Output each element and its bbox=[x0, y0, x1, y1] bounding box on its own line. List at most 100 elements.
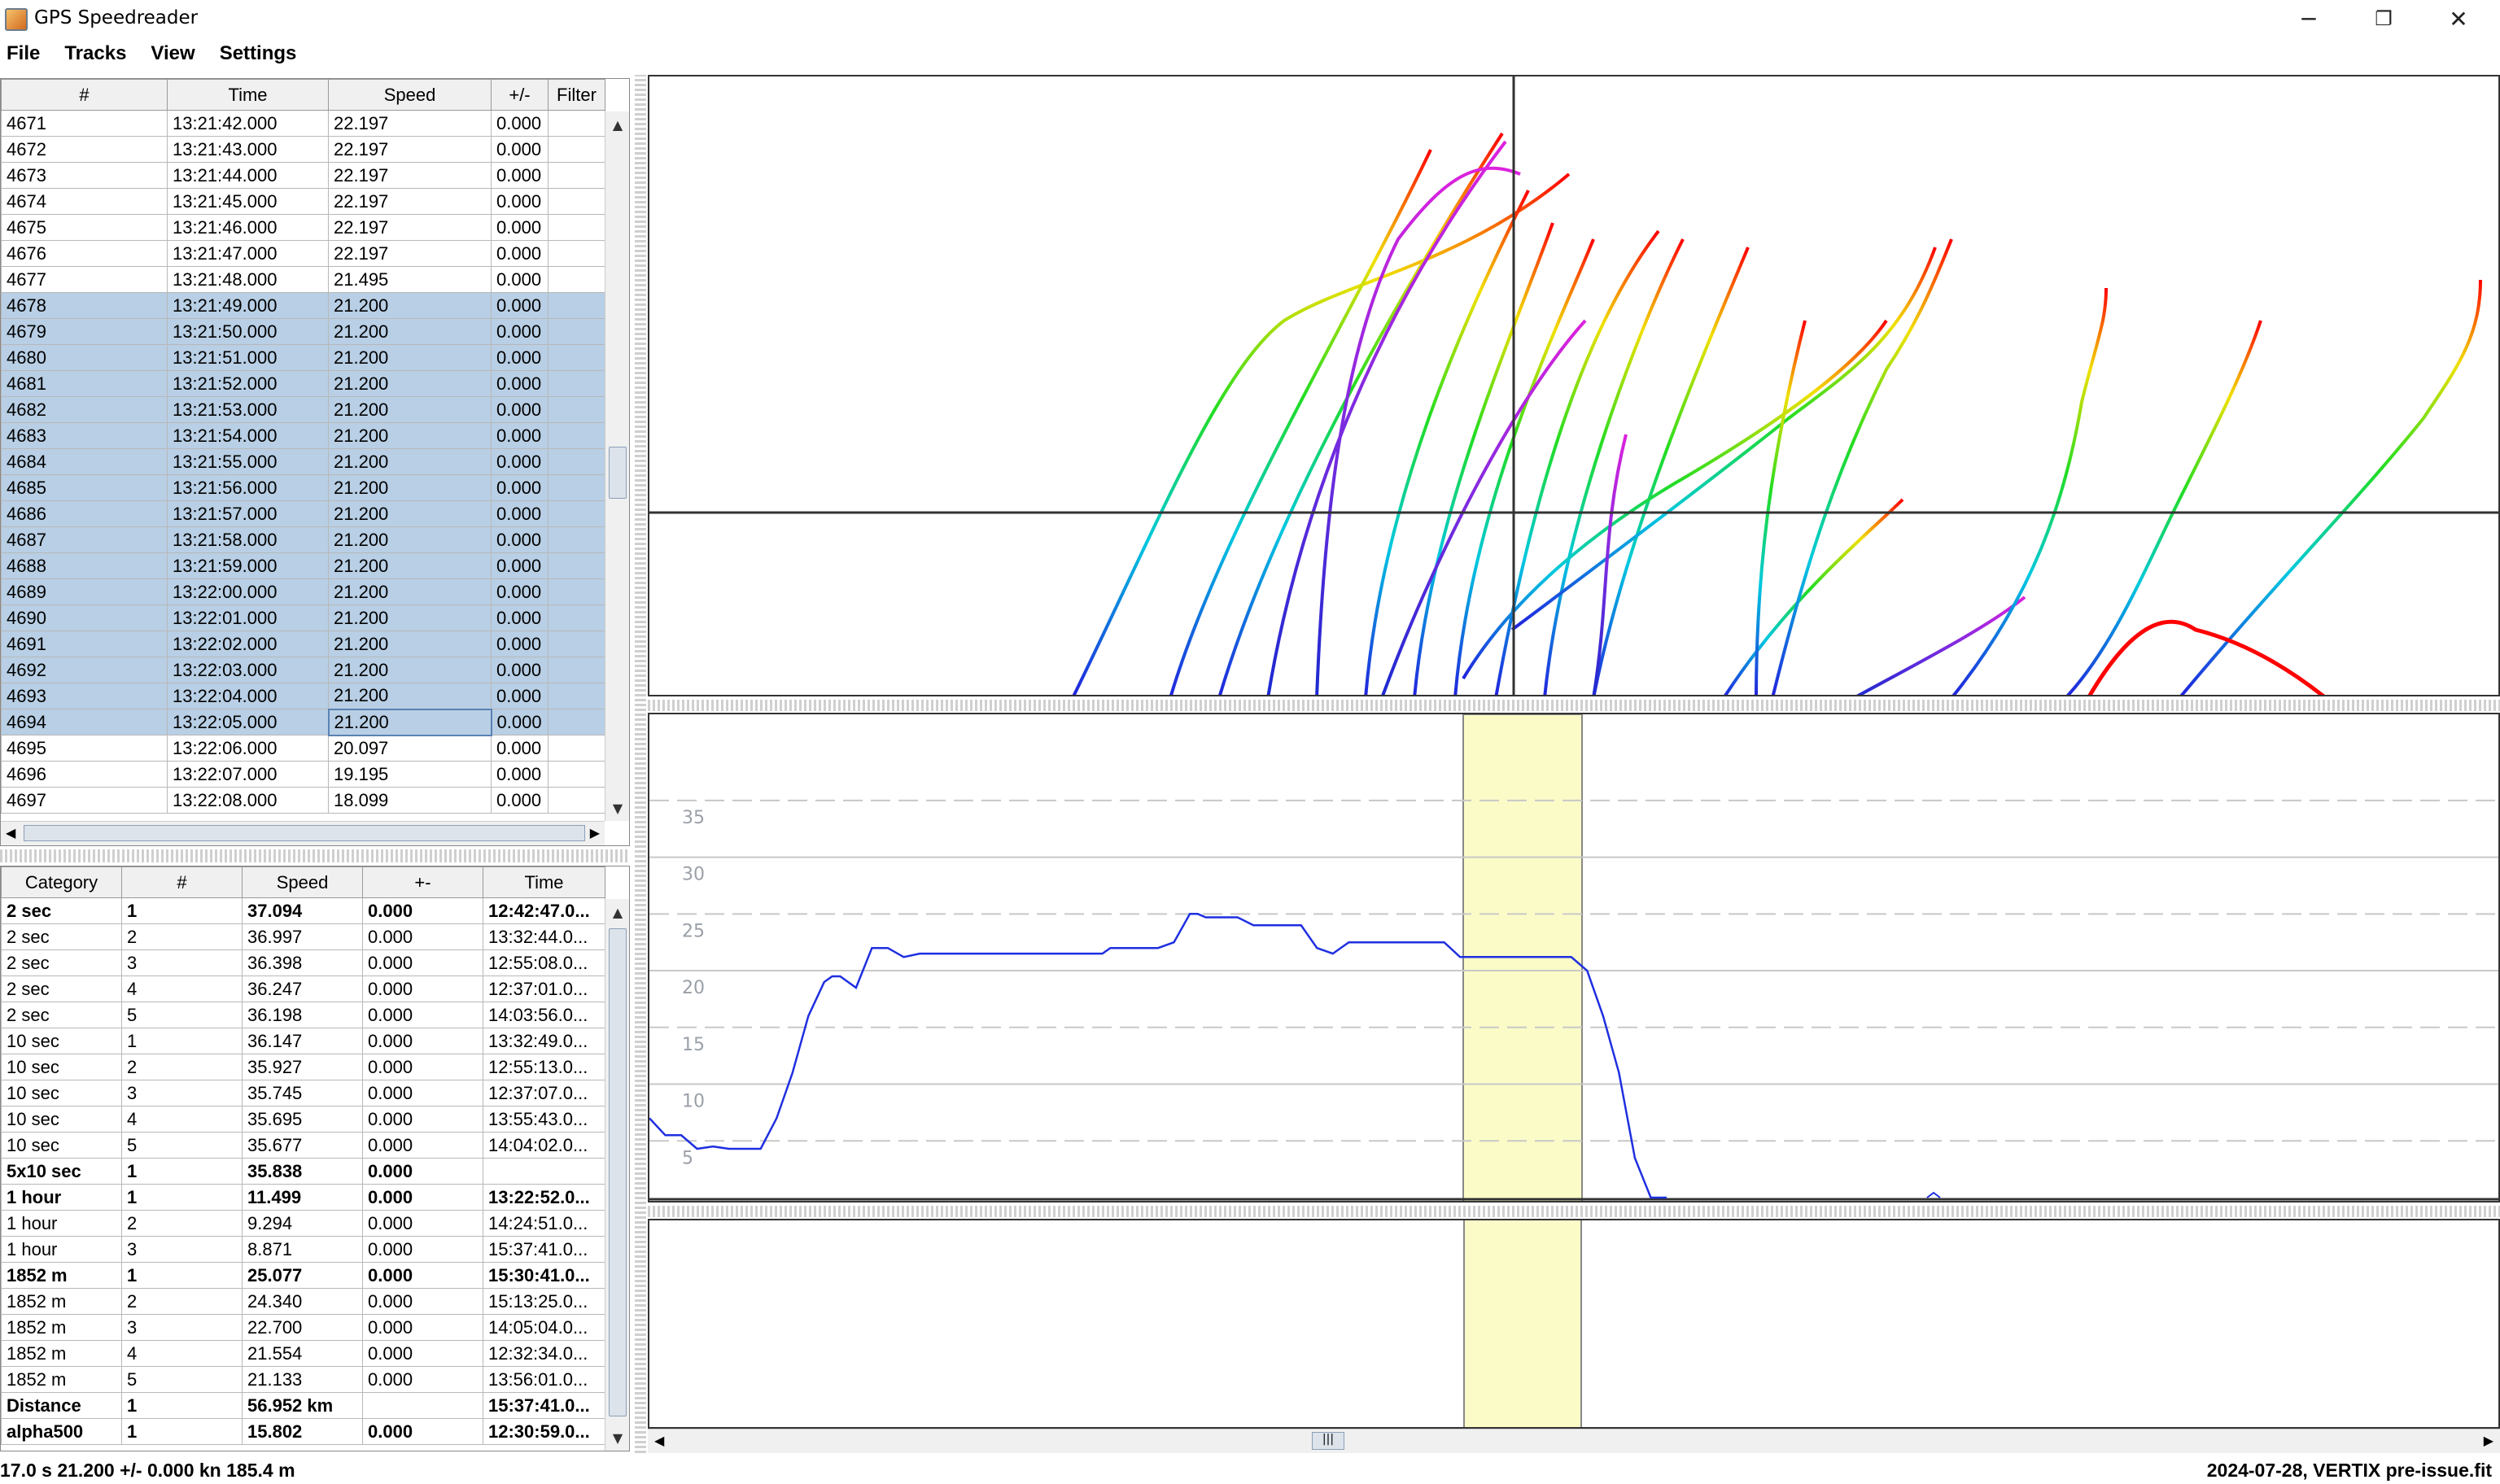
table-row[interactable]: 10 sec 3 35.745 0.000 12:37:07.0... bbox=[1, 1080, 605, 1106]
table-cell[interactable]: 18.099 bbox=[328, 787, 492, 814]
table-cell[interactable]: 13:21:50.000 bbox=[167, 318, 329, 345]
results-header-1[interactable]: # bbox=[121, 866, 243, 898]
table-cell[interactable]: 21.200 bbox=[328, 631, 492, 657]
table-cell[interactable]: 21.200 bbox=[328, 396, 492, 423]
menu-settings[interactable]: Settings bbox=[220, 42, 297, 65]
results-header-3[interactable]: +- bbox=[362, 866, 483, 898]
table-cell[interactable]: 13:21:46.000 bbox=[167, 214, 329, 241]
table-cell[interactable]: 12:30:59.0... bbox=[483, 1418, 605, 1445]
table-cell[interactable]: 1852 m bbox=[1, 1288, 122, 1315]
table-cell[interactable]: 0.000 bbox=[362, 1236, 483, 1263]
table-cell[interactable]: 11.499 bbox=[242, 1184, 363, 1211]
table-cell[interactable]: 0.000 bbox=[362, 1314, 483, 1341]
table-cell[interactable]: 10 sec bbox=[1, 1080, 122, 1106]
menu-tracks[interactable]: Tracks bbox=[64, 42, 126, 65]
table-cell[interactable]: 0.000 bbox=[491, 110, 549, 137]
table-cell[interactable]: 35.677 bbox=[242, 1132, 363, 1159]
table-row[interactable]: 1852 m 2 24.340 0.000 15:13:25.0... bbox=[1, 1288, 605, 1315]
table-cell[interactable]: 0.000 bbox=[362, 1080, 483, 1106]
table-cell[interactable]: 8.871 bbox=[242, 1236, 363, 1263]
table-cell[interactable]: 13:21:49.000 bbox=[167, 292, 329, 319]
table-cell[interactable] bbox=[548, 240, 605, 267]
table-cell[interactable]: 0.000 bbox=[491, 266, 549, 293]
table-row[interactable]: 1852 m 4 21.554 0.000 12:32:34.0... bbox=[1, 1340, 605, 1367]
table-cell[interactable]: 3 bbox=[121, 1314, 243, 1341]
table-cell[interactable]: 22.197 bbox=[328, 188, 492, 215]
table-cell[interactable]: 4677 bbox=[1, 266, 168, 293]
table-row[interactable]: 10 sec 5 35.677 0.000 14:04:02.0... bbox=[1, 1132, 605, 1159]
table-cell[interactable] bbox=[362, 1392, 483, 1419]
table-cell[interactable] bbox=[548, 448, 605, 475]
table-cell[interactable]: 35.695 bbox=[242, 1106, 363, 1133]
table-row[interactable]: 4692 13:22:03.000 21.200 0.000 bbox=[1, 657, 605, 683]
table-cell[interactable]: 0.000 bbox=[362, 1366, 483, 1393]
table-cell[interactable]: 0.000 bbox=[491, 578, 549, 605]
table-cell[interactable]: 13:21:57.000 bbox=[167, 500, 329, 527]
table-cell[interactable]: 0.000 bbox=[491, 474, 549, 501]
table-row[interactable]: 4689 13:22:00.000 21.200 0.000 bbox=[1, 578, 605, 605]
table-cell[interactable]: 36.997 bbox=[242, 923, 363, 950]
table-cell[interactable]: 25.077 bbox=[242, 1262, 363, 1289]
table-row[interactable]: 1 hour 3 8.871 0.000 15:37:41.0... bbox=[1, 1236, 605, 1263]
points-header-1[interactable]: Time bbox=[167, 79, 329, 111]
table-cell[interactable]: 0.000 bbox=[362, 1288, 483, 1315]
table-cell[interactable] bbox=[548, 709, 605, 735]
table-cell[interactable]: 3 bbox=[121, 949, 243, 976]
horizontal-scroll-thumb[interactable] bbox=[24, 825, 585, 841]
table-cell[interactable]: 0.000 bbox=[362, 1418, 483, 1445]
table-row[interactable]: 4682 13:21:53.000 21.200 0.000 bbox=[1, 396, 605, 423]
table-cell[interactable] bbox=[548, 552, 605, 579]
table-cell[interactable]: 2 sec bbox=[1, 949, 122, 976]
table-cell[interactable]: 0.000 bbox=[491, 605, 549, 631]
table-cell[interactable]: 21.200 bbox=[328, 552, 492, 579]
timeline-scrollbar[interactable]: ◀ ||| ▶ bbox=[648, 1429, 2500, 1453]
table-cell[interactable]: 0.000 bbox=[362, 1340, 483, 1367]
table-cell[interactable]: 0.000 bbox=[491, 318, 549, 345]
table-cell[interactable]: 0.000 bbox=[491, 292, 549, 319]
table-cell[interactable]: 2 sec bbox=[1, 976, 122, 1002]
table-row[interactable]: 4697 13:22:08.000 18.099 0.000 bbox=[1, 787, 605, 814]
table-row[interactable]: 4676 13:21:47.000 22.197 0.000 bbox=[1, 240, 605, 267]
table-cell[interactable]: 1 bbox=[121, 1158, 243, 1185]
table-cell[interactable]: 22.197 bbox=[328, 136, 492, 163]
table-cell[interactable]: 4697 bbox=[1, 787, 168, 814]
table-cell[interactable]: 1 bbox=[121, 1184, 243, 1211]
table-cell[interactable]: 4694 bbox=[1, 709, 168, 735]
table-cell[interactable]: 0.000 bbox=[491, 683, 549, 709]
points-header-4[interactable]: Filter bbox=[548, 79, 605, 111]
scroll-up-icon[interactable]: ▲ bbox=[605, 113, 629, 136]
table-cell[interactable] bbox=[548, 188, 605, 215]
table-cell[interactable]: 2 bbox=[121, 1210, 243, 1237]
table-cell[interactable] bbox=[548, 761, 605, 788]
table-cell[interactable]: 21.200 bbox=[328, 578, 492, 605]
table-cell[interactable]: 37.094 bbox=[242, 897, 363, 924]
table-cell[interactable]: 56.952 km bbox=[242, 1392, 363, 1419]
table-cell[interactable]: 0.000 bbox=[491, 240, 549, 267]
table-cell[interactable]: 0.000 bbox=[362, 1132, 483, 1159]
table-cell[interactable]: 5x10 sec bbox=[1, 1158, 122, 1185]
table-cell[interactable]: 0.000 bbox=[491, 631, 549, 657]
table-cell[interactable] bbox=[483, 1158, 605, 1185]
table-cell[interactable]: 13:22:02.000 bbox=[167, 631, 329, 657]
table-cell[interactable]: 19.195 bbox=[328, 761, 492, 788]
table-cell[interactable]: 1 bbox=[121, 1392, 243, 1419]
table-cell[interactable]: 35.745 bbox=[242, 1080, 363, 1106]
table-cell[interactable]: 13:21:53.000 bbox=[167, 396, 329, 423]
table-cell[interactable]: 4679 bbox=[1, 318, 168, 345]
table-cell[interactable]: 0.000 bbox=[491, 162, 549, 189]
table-cell[interactable]: 0.000 bbox=[491, 448, 549, 475]
table-cell[interactable]: 14:04:02.0... bbox=[483, 1132, 605, 1159]
table-cell[interactable]: 1852 m bbox=[1, 1366, 122, 1393]
table-cell[interactable]: 0.000 bbox=[491, 552, 549, 579]
table-cell[interactable] bbox=[548, 474, 605, 501]
table-cell[interactable]: 0.000 bbox=[362, 1158, 483, 1185]
left-splitter[interactable] bbox=[0, 849, 630, 862]
results-header-4[interactable]: Time bbox=[483, 866, 605, 898]
table-cell[interactable]: 21.200 bbox=[328, 683, 492, 709]
table-row[interactable]: 4683 13:21:54.000 21.200 0.000 bbox=[1, 422, 605, 449]
table-cell[interactable] bbox=[548, 735, 605, 762]
table-cell[interactable] bbox=[548, 396, 605, 423]
table-cell[interactable]: 13:21:43.000 bbox=[167, 136, 329, 163]
table-row[interactable]: 4685 13:21:56.000 21.200 0.000 bbox=[1, 474, 605, 501]
scroll-thumb[interactable] bbox=[609, 928, 627, 1416]
